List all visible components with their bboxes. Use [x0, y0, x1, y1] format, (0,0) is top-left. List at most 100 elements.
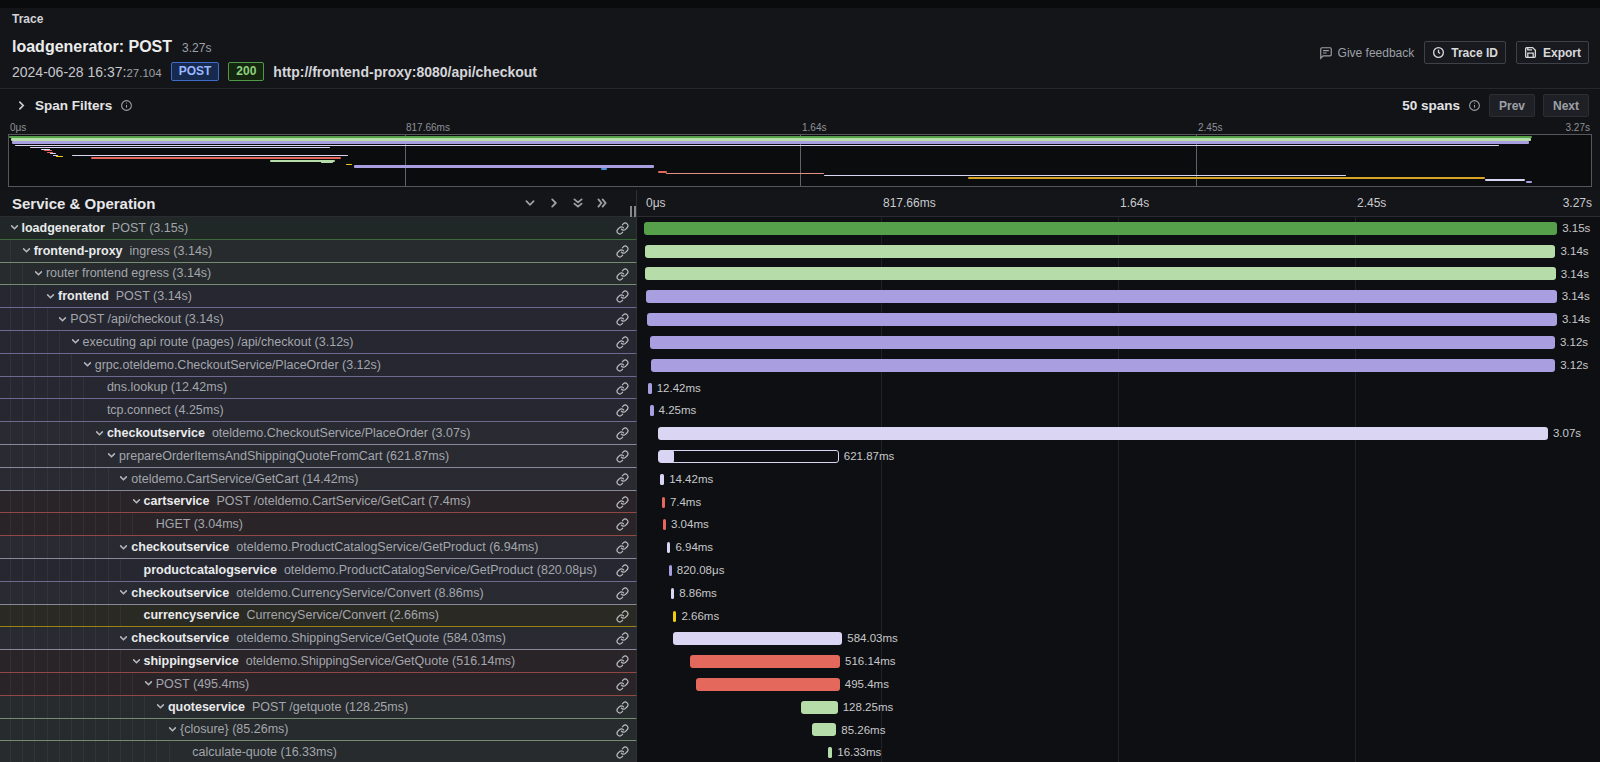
span-row[interactable]: checkoutserviceoteldemo.ShippingService/…	[0, 627, 1600, 650]
trace-minimap[interactable]: 0μs817.66ms1.64s2.45s3.27s	[0, 121, 1600, 190]
span-name-cell[interactable]: prepareOrderItemsAndShippingQuoteFromCar…	[0, 445, 637, 468]
span-bar[interactable]	[667, 542, 670, 553]
span-link-icon[interactable]	[616, 632, 629, 645]
collapse-chevron-icon[interactable]	[168, 725, 180, 734]
span-row[interactable]: checkoutserviceoteldemo.CheckoutService/…	[0, 422, 1600, 445]
span-bar[interactable]	[645, 267, 1555, 280]
span-link-icon[interactable]	[616, 610, 629, 623]
span-bar[interactable]	[658, 427, 1548, 440]
span-link-icon[interactable]	[616, 382, 629, 395]
collapse-chevron-icon[interactable]	[71, 337, 83, 346]
span-link-icon[interactable]	[616, 564, 629, 577]
collapse-chevron-icon[interactable]	[119, 543, 131, 552]
span-bar[interactable]	[690, 655, 840, 668]
span-bar[interactable]	[673, 611, 676, 622]
expand-one-icon[interactable]	[548, 197, 560, 209]
collapse-chevron-icon[interactable]	[107, 451, 119, 460]
span-bar[interactable]	[647, 313, 1557, 326]
collapse-one-icon[interactable]	[524, 197, 536, 209]
span-link-icon[interactable]	[616, 313, 629, 326]
span-name-cell[interactable]: frontend-proxyingress (3.14s)	[0, 240, 637, 263]
give-feedback-link[interactable]: Give feedback	[1319, 46, 1415, 60]
span-bar[interactable]	[645, 245, 1555, 258]
span-bar[interactable]	[669, 565, 672, 576]
prev-button[interactable]: Prev	[1489, 94, 1535, 117]
collapse-chevron-icon[interactable]	[119, 474, 131, 483]
info-icon[interactable]	[1468, 99, 1481, 112]
span-link-icon[interactable]	[616, 359, 629, 372]
collapse-chevron-icon[interactable]	[58, 315, 70, 324]
export-button[interactable]: Export	[1516, 41, 1589, 64]
span-bar[interactable]	[663, 519, 666, 530]
span-row[interactable]: executing api route (pages) /api/checkou…	[0, 331, 1600, 354]
span-name-cell[interactable]: router frontend egress (3.14s)	[0, 263, 637, 286]
span-link-icon[interactable]	[616, 290, 629, 303]
span-name-cell[interactable]: checkoutserviceoteldemo.ShippingService/…	[0, 627, 637, 650]
span-row[interactable]: calculate-quote (16.33ms)16.33ms	[0, 741, 1600, 762]
span-row[interactable]: POST /api/checkout (3.14s)3.14s	[0, 308, 1600, 331]
span-link-icon[interactable]	[616, 496, 629, 509]
span-name-cell[interactable]: grpc.oteldemo.CheckoutService/PlaceOrder…	[0, 354, 637, 377]
span-bar[interactable]	[646, 290, 1557, 303]
span-bar[interactable]	[696, 678, 840, 691]
span-name-cell[interactable]: executing api route (pages) /api/checkou…	[0, 331, 637, 354]
collapse-chevron-icon[interactable]	[119, 588, 131, 597]
span-row[interactable]: shippingserviceoteldemo.ShippingService/…	[0, 650, 1600, 673]
span-bar[interactable]	[812, 723, 837, 736]
collapse-chevron-icon[interactable]	[83, 360, 95, 369]
span-link-icon[interactable]	[616, 587, 629, 600]
span-row[interactable]: tcp.connect (4.25ms)4.25ms	[0, 399, 1600, 422]
span-row[interactable]: grpc.oteldemo.CheckoutService/PlaceOrder…	[0, 354, 1600, 377]
span-bar[interactable]	[660, 474, 664, 485]
span-link-icon[interactable]	[616, 746, 629, 759]
span-row[interactable]: router frontend egress (3.14s)3.14s	[0, 263, 1600, 286]
span-name-cell[interactable]: cartservicePOST /oteldemo.CartService/Ge…	[0, 491, 637, 514]
span-link-icon[interactable]	[616, 518, 629, 531]
span-bar[interactable]	[648, 383, 652, 394]
span-bar[interactable]	[651, 359, 1556, 372]
collapse-chevron-icon[interactable]	[46, 292, 58, 301]
span-name-cell[interactable]: checkoutserviceoteldemo.CurrencyService/…	[0, 582, 637, 605]
span-name-cell[interactable]: dns.lookup (12.42ms)	[0, 377, 637, 400]
span-bar[interactable]	[650, 405, 653, 416]
collapse-chevron-icon[interactable]	[132, 497, 144, 506]
collapse-chevron-icon[interactable]	[95, 429, 107, 438]
span-link-icon[interactable]	[616, 655, 629, 668]
span-link-icon[interactable]	[616, 245, 629, 258]
trace-id-button[interactable]: Trace ID	[1424, 41, 1506, 64]
span-row[interactable]: {closure} (85.26ms)85.26ms	[0, 719, 1600, 742]
span-bar[interactable]	[828, 747, 833, 758]
collapse-chevron-icon[interactable]	[119, 634, 131, 643]
span-name-cell[interactable]: frontendPOST (3.14s)	[0, 285, 637, 308]
span-row[interactable]: dns.lookup (12.42ms)12.42ms	[0, 377, 1600, 400]
span-name-cell[interactable]: shippingserviceoteldemo.ShippingService/…	[0, 650, 637, 673]
span-row[interactable]: quoteservicePOST /getquote (128.25ms)128…	[0, 696, 1600, 719]
collapse-chevron-icon[interactable]	[34, 269, 46, 278]
info-icon[interactable]	[120, 99, 133, 112]
span-bar[interactable]	[658, 450, 838, 463]
span-name-cell[interactable]: checkoutserviceoteldemo.CheckoutService/…	[0, 422, 637, 445]
span-name-cell[interactable]: calculate-quote (16.33ms)	[0, 741, 637, 762]
span-row[interactable]: loadgeneratorPOST (3.15s)3.15s	[0, 217, 1600, 240]
span-link-icon[interactable]	[616, 724, 629, 737]
span-name-cell[interactable]: POST (495.4ms)	[0, 673, 637, 696]
span-row[interactable]: prepareOrderItemsAndShippingQuoteFromCar…	[0, 445, 1600, 468]
span-bar[interactable]	[650, 336, 1555, 349]
span-bar[interactable]	[671, 588, 674, 599]
span-name-cell[interactable]: checkoutserviceoteldemo.ProductCatalogSe…	[0, 536, 637, 559]
collapse-chevron-icon[interactable]	[156, 702, 168, 711]
column-resize-handle[interactable]	[630, 206, 638, 217]
span-row[interactable]: frontend-proxyingress (3.14s)3.14s	[0, 240, 1600, 263]
span-bar[interactable]	[644, 222, 1557, 235]
span-row[interactable]: cartservicePOST /oteldemo.CartService/Ge…	[0, 491, 1600, 514]
span-filters-toggle[interactable]: Span Filters	[16, 98, 133, 113]
collapse-chevron-icon[interactable]	[144, 679, 156, 688]
minimap-canvas[interactable]	[8, 134, 1592, 187]
span-link-icon[interactable]	[616, 541, 629, 554]
span-link-icon[interactable]	[616, 678, 629, 691]
span-name-cell[interactable]: currencyserviceCurrencyService/Convert (…	[0, 605, 637, 628]
span-name-cell[interactable]: HGET (3.04ms)	[0, 513, 637, 536]
span-row[interactable]: productcatalogserviceoteldemo.ProductCat…	[0, 559, 1600, 582]
span-link-icon[interactable]	[616, 404, 629, 417]
span-row[interactable]: HGET (3.04ms)3.04ms	[0, 513, 1600, 536]
